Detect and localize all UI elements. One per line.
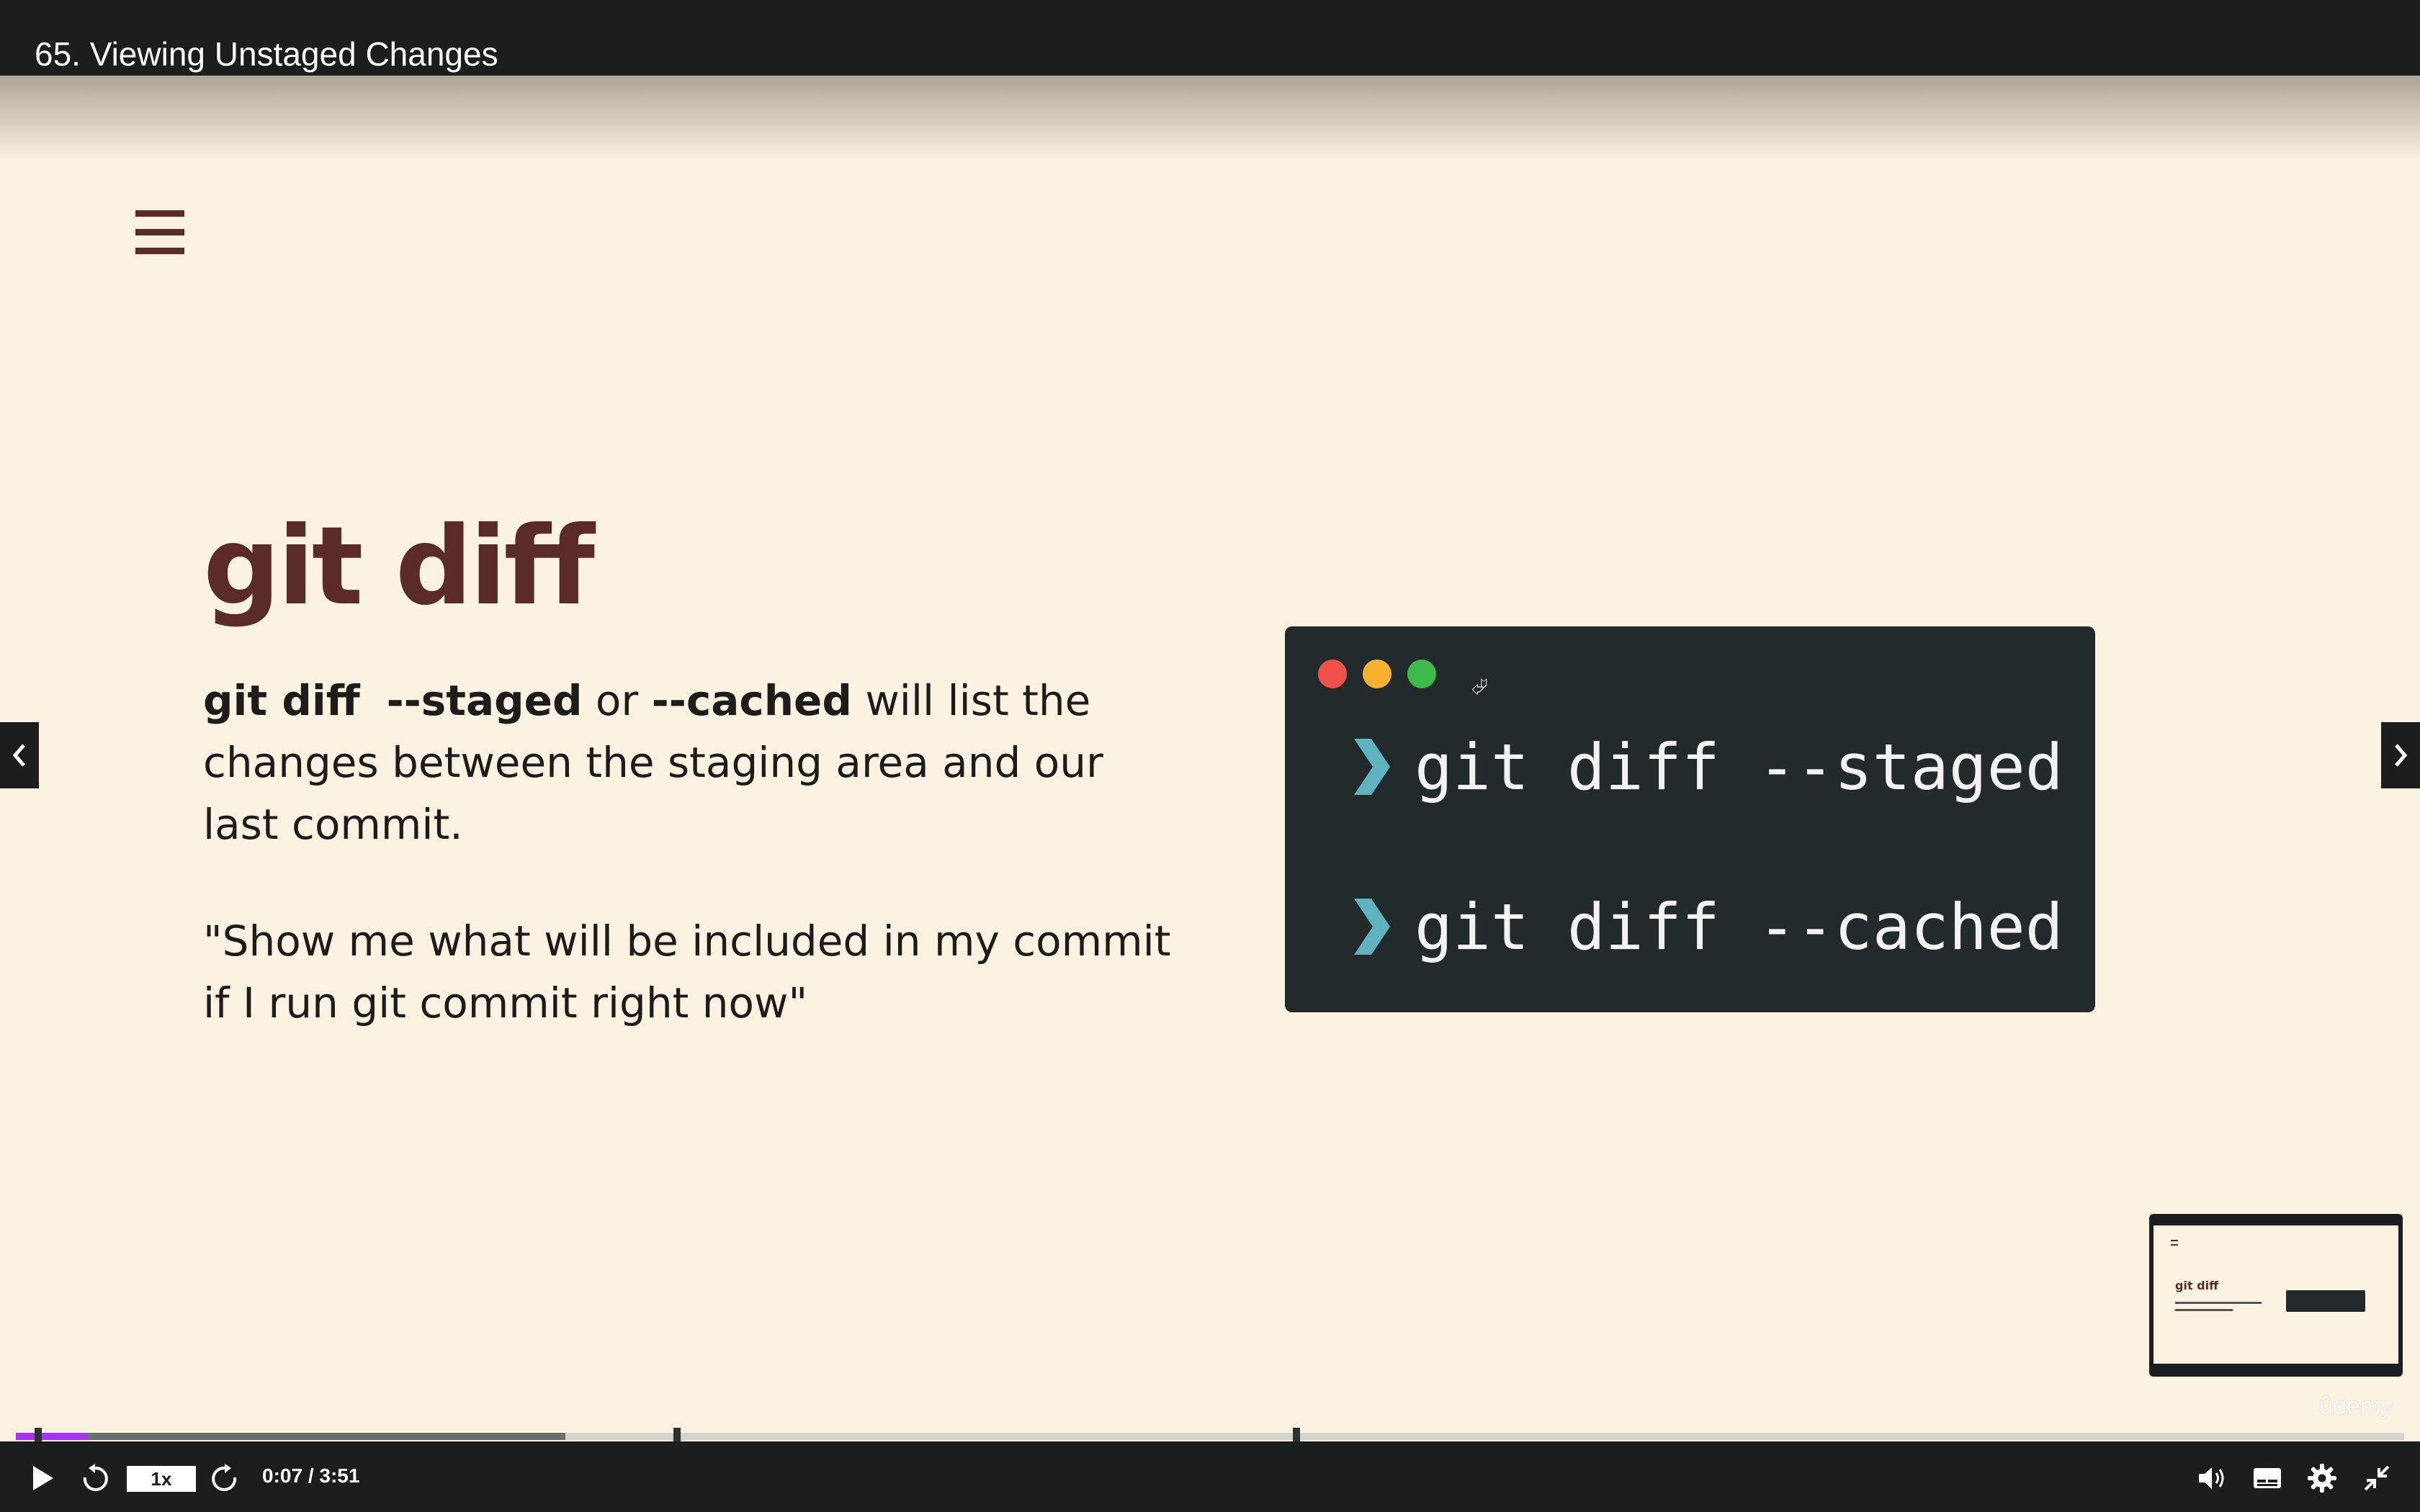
progress-played — [16, 1433, 87, 1440]
top-shade — [0, 76, 2420, 162]
terminal-command: git diff --staged — [1415, 729, 2063, 804]
volume-button[interactable] — [2195, 1462, 2230, 1495]
next-slide-preview-thumbnail[interactable]: git diff — [2149, 1214, 2403, 1377]
rewind-5-icon — [83, 1464, 108, 1491]
slide-title: git diff — [203, 504, 595, 629]
play-icon — [33, 1466, 53, 1490]
prompt-chevron-icon — [1354, 739, 1390, 795]
playback-speed-button[interactable]: 1x — [127, 1466, 196, 1492]
chevron-left-icon — [12, 744, 25, 767]
desc-flag-staged: --staged — [386, 676, 583, 725]
video-top-bar: 65. Viewing Unstaged Changes — [0, 0, 2420, 76]
chevron-right-icon — [2395, 744, 2408, 767]
slide-quote: "Show me what will be included in my com… — [203, 917, 1171, 1027]
lecture-title: 65. Viewing Unstaged Changes — [35, 35, 498, 73]
player-control-bar — [0, 1441, 2420, 1512]
maximize-dot-icon — [1407, 660, 1436, 688]
exit-fullscreen-button[interactable] — [2360, 1462, 2394, 1495]
time-display: 0:07 / 3:51 — [262, 1464, 360, 1487]
thumbnail-menu-icon — [2171, 1240, 2178, 1246]
close-dot-icon — [1318, 660, 1347, 688]
gear-icon — [2308, 1464, 2336, 1493]
desc-cmd: git diff — [203, 676, 360, 725]
desc-flag-cached: --cached — [651, 676, 852, 725]
captions-button[interactable] — [2250, 1462, 2285, 1495]
thumbnail-bottom-bar — [2154, 1364, 2398, 1372]
progress-buffered — [16, 1433, 565, 1440]
thumbnail-text-line — [2175, 1302, 2262, 1304]
terminal-window: ⮰ git diff --staged git diff --cached — [1285, 626, 2095, 1012]
next-lecture-button[interactable] — [2381, 722, 2420, 788]
forward-button[interactable] — [207, 1462, 242, 1495]
thumbnail-terminal — [2286, 1290, 2365, 1312]
terminal-command: git diff --cached — [1415, 889, 2063, 964]
terminal-line: git diff --staged — [1350, 727, 2063, 806]
udemy-watermark: ûdemy — [2319, 1392, 2393, 1420]
rewind-button[interactable] — [78, 1462, 112, 1495]
settings-button[interactable] — [2305, 1462, 2339, 1495]
thumbnail-title: git diff — [2175, 1279, 2219, 1292]
play-button[interactable] — [26, 1462, 59, 1495]
thumbnail-text-line — [2175, 1309, 2233, 1311]
volume-icon — [2199, 1467, 2224, 1489]
desc-or: or — [595, 676, 639, 725]
forward-5-icon — [212, 1464, 237, 1491]
thumbnail-top-bar — [2154, 1218, 2398, 1225]
minimize-dot-icon — [1363, 660, 1392, 688]
previous-lecture-button[interactable] — [0, 722, 39, 788]
hamburger-menu-icon — [135, 210, 186, 261]
mouse-cursor-icon: ⮰ — [1471, 675, 1488, 699]
terminal-line: git diff --cached — [1350, 887, 2063, 966]
slide-description: git diff --staged or --cached will list … — [203, 670, 1183, 855]
exit-fullscreen-icon — [2364, 1465, 2390, 1491]
prompt-chevron-icon — [1354, 899, 1390, 955]
captions-icon — [2254, 1468, 2281, 1488]
